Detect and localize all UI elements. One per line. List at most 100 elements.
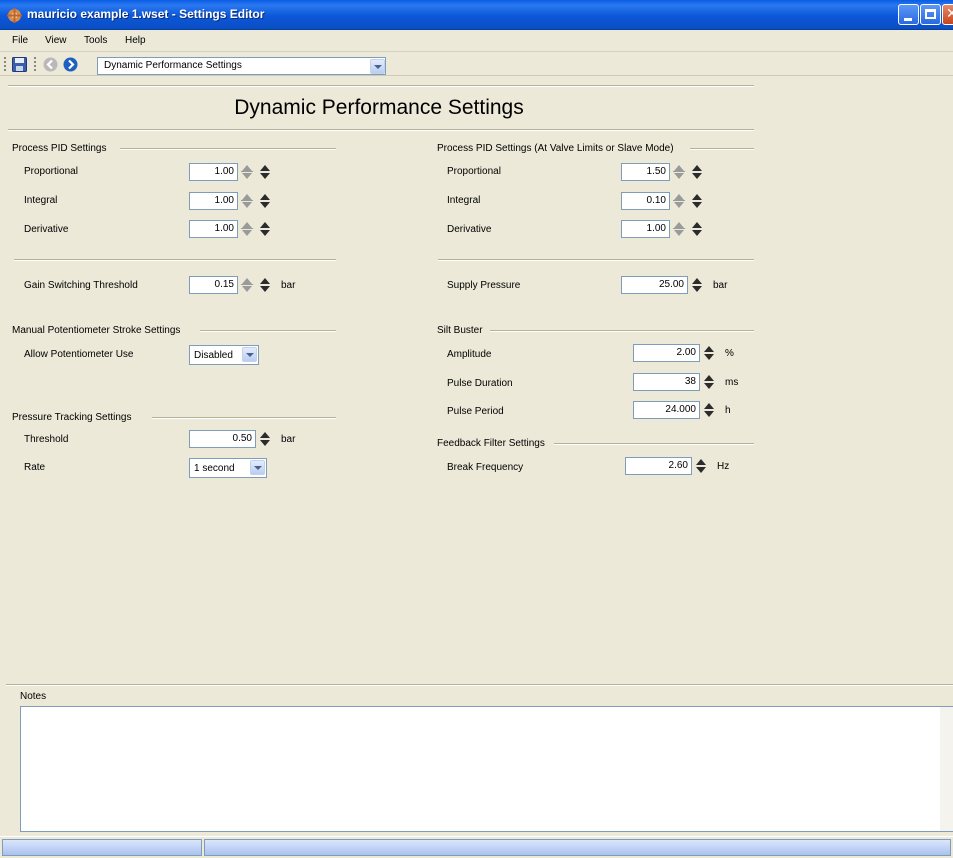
forward-icon[interactable]: [63, 57, 78, 72]
pulse-period-spinner[interactable]: [701, 401, 717, 419]
threshold-spinner[interactable]: [257, 430, 273, 448]
derivative-spin-disabled-icon: [239, 220, 255, 238]
maximize-icon: [925, 9, 936, 19]
pulse-period-unit: h: [725, 405, 731, 416]
close-icon: ✕: [946, 6, 953, 22]
divider: [438, 259, 754, 261]
navigation-combo-dropdown-icon[interactable]: [370, 59, 385, 74]
pulse-duration-input[interactable]: 38: [633, 373, 700, 391]
gain-switching-input[interactable]: 0.15: [189, 276, 238, 294]
break-frequency-label: Break Frequency: [447, 462, 524, 473]
minimize-button[interactable]: [898, 4, 919, 25]
derivative-label: Derivative: [24, 224, 69, 235]
break-frequency-unit: Hz: [717, 461, 730, 472]
integral-input[interactable]: 1.00: [189, 192, 238, 210]
menu-view[interactable]: View: [45, 35, 67, 46]
proportional-spinner[interactable]: [257, 163, 273, 181]
derivative-spinner[interactable]: [257, 220, 273, 238]
notes-label: Notes: [20, 691, 47, 702]
integral-limits-spinner[interactable]: [689, 192, 705, 210]
divider: [14, 259, 336, 261]
pulse-period-label: Pulse Period: [447, 406, 504, 417]
proportional-input[interactable]: 1.00: [189, 163, 238, 181]
toolbar-grip-2[interactable]: [34, 57, 37, 71]
integral-limits-spin-disabled-icon: [671, 192, 687, 210]
toolbar-grip[interactable]: [4, 57, 7, 71]
process-pid-title: Process PID Settings: [12, 143, 111, 154]
gain-switching-unit: bar: [281, 280, 296, 291]
status-panel-left: [2, 839, 202, 856]
menu-file[interactable]: File: [12, 35, 28, 46]
integral-limits-input[interactable]: 0.10: [621, 192, 670, 210]
integral-spin-disabled-icon: [239, 192, 255, 210]
section-divider: [554, 443, 754, 445]
proportional-limits-spin-disabled-icon: [671, 163, 687, 181]
notes-scrollbar[interactable]: [940, 707, 953, 831]
amplitude-label: Amplitude: [447, 349, 492, 360]
menu-tools[interactable]: Tools: [84, 35, 107, 46]
divider: [8, 129, 754, 131]
proportional-limits-spinner[interactable]: [689, 163, 705, 181]
derivative-input[interactable]: 1.00: [189, 220, 238, 238]
section-divider: [690, 148, 754, 150]
silt-buster-title: Silt Buster: [437, 325, 487, 336]
section-divider: [152, 417, 336, 419]
break-frequency-spinner[interactable]: [693, 457, 709, 475]
minimize-icon: [904, 18, 912, 21]
pressure-tracking-title: Pressure Tracking Settings: [12, 412, 136, 423]
allow-pot-value: Disabled: [194, 350, 233, 361]
gain-switching-spin-disabled-icon: [239, 276, 255, 294]
menu-bar: File View Tools Help: [0, 31, 953, 52]
section-divider: [490, 330, 754, 332]
close-button[interactable]: ✕: [942, 4, 953, 25]
gain-switching-label: Gain Switching Threshold: [24, 280, 138, 291]
feedback-filter-title: Feedback Filter Settings: [437, 438, 549, 449]
pulse-duration-unit: ms: [725, 377, 739, 388]
amplitude-unit: %: [725, 348, 734, 359]
panel-splitter[interactable]: [6, 684, 953, 686]
process-pid-limits-title: Process PID Settings (At Valve Limits or…: [437, 143, 678, 154]
pulse-duration-label: Pulse Duration: [447, 378, 513, 389]
allow-pot-label: Allow Potentiometer Use: [24, 349, 134, 360]
app-icon: [7, 8, 22, 23]
gain-switching-spinner[interactable]: [257, 276, 273, 294]
break-frequency-input[interactable]: 2.60: [625, 457, 692, 475]
integral-label: Integral: [24, 195, 58, 206]
pulse-period-input[interactable]: 24.000: [633, 401, 700, 419]
proportional-label: Proportional: [24, 166, 78, 177]
threshold-label: Threshold: [24, 434, 69, 445]
menu-help[interactable]: Help: [125, 35, 146, 46]
allow-pot-dropdown-icon[interactable]: [242, 347, 257, 362]
window-title: mauricio example 1.wset - Settings Edito…: [27, 7, 265, 21]
proportional-spin-disabled-icon: [239, 163, 255, 181]
notes-textarea[interactable]: [20, 706, 953, 832]
threshold-input[interactable]: 0.50: [189, 430, 256, 448]
maximize-button[interactable]: [920, 4, 941, 25]
pulse-duration-spinner[interactable]: [701, 373, 717, 391]
page-title: Dynamic Performance Settings: [234, 96, 524, 119]
navigation-combo-value: Dynamic Performance Settings: [104, 60, 242, 71]
derivative-limits-spin-disabled-icon: [671, 220, 687, 238]
amplitude-spinner[interactable]: [701, 344, 717, 362]
derivative-limits-input[interactable]: 1.00: [621, 220, 670, 238]
integral-spinner[interactable]: [257, 192, 273, 210]
threshold-unit: bar: [281, 434, 296, 445]
supply-pressure-spinner[interactable]: [689, 276, 705, 294]
derivative-limits-label: Derivative: [447, 224, 492, 235]
divider: [8, 85, 754, 87]
integral-limits-label: Integral: [447, 195, 481, 206]
rate-dropdown-icon[interactable]: [250, 460, 265, 475]
proportional-limits-input[interactable]: 1.50: [621, 163, 670, 181]
status-panel-right: [204, 839, 951, 856]
supply-pressure-input[interactable]: 25.00: [621, 276, 688, 294]
save-icon[interactable]: [12, 57, 27, 72]
amplitude-input[interactable]: 2.00: [633, 344, 700, 362]
supply-pressure-unit: bar: [713, 280, 728, 291]
rate-value: 1 second: [194, 463, 235, 474]
supply-pressure-label: Supply Pressure: [447, 280, 521, 291]
proportional-limits-label: Proportional: [447, 166, 501, 177]
derivative-limits-spinner[interactable]: [689, 220, 705, 238]
back-icon[interactable]: [43, 57, 58, 72]
manual-pot-title: Manual Potentiometer Stroke Settings: [12, 325, 185, 336]
section-divider: [120, 148, 336, 150]
